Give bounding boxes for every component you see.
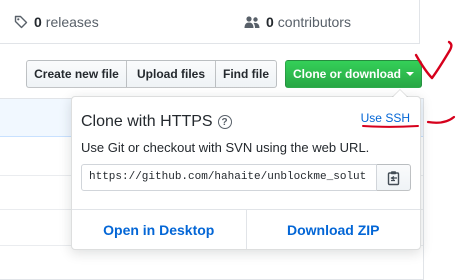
use-ssh-link[interactable]: Use SSH [361,111,410,125]
clipboard-icon [387,170,399,185]
repo-stats-bar: 0 releases 0 contributors [0,0,420,44]
find-file-button[interactable]: Find file [215,60,277,88]
clone-or-download-label: Clone or download [293,67,401,81]
open-in-desktop-button[interactable]: Open in Desktop [72,210,246,249]
releases-label: releases [45,14,99,30]
popover-arrow [392,89,408,97]
repo-page: 0 releases 0 contributors Create new fil… [0,0,476,280]
releases-count: 0 [34,14,42,30]
releases-stat[interactable]: 0 releases [14,14,99,30]
people-icon [244,16,260,28]
contributors-count: 0 [266,14,274,30]
clone-popover: Clone with HTTPS ? Use SSH Use Git or ch… [71,89,421,250]
copy-to-clipboard-button[interactable] [377,164,411,191]
help-icon[interactable]: ? [217,115,232,129]
clone-url-input[interactable]: https://github.com/hahaite/unblockme_sol… [81,164,377,191]
clone-title-text: Clone with HTTPS [81,113,213,130]
download-zip-button[interactable]: Download ZIP [245,210,421,249]
stats-divider [419,0,420,44]
clone-description: Use Git or checkout with SVN using the w… [81,140,370,155]
clone-popover-title: Clone with HTTPS ? [81,113,232,131]
tag-icon [14,15,28,29]
clone-actions: Open in Desktop Download ZIP [72,209,420,249]
clone-url-group: https://github.com/hahaite/unblockme_sol… [81,164,411,191]
caret-down-icon [406,72,414,76]
create-new-file-button[interactable]: Create new file [26,60,127,88]
clone-or-download-button[interactable]: Clone or download [285,60,422,88]
upload-files-button[interactable]: Upload files [126,60,216,88]
annotation-dash [426,115,456,124]
contributors-stat[interactable]: 0 contributors [244,14,351,30]
contributors-label: contributors [277,14,351,30]
